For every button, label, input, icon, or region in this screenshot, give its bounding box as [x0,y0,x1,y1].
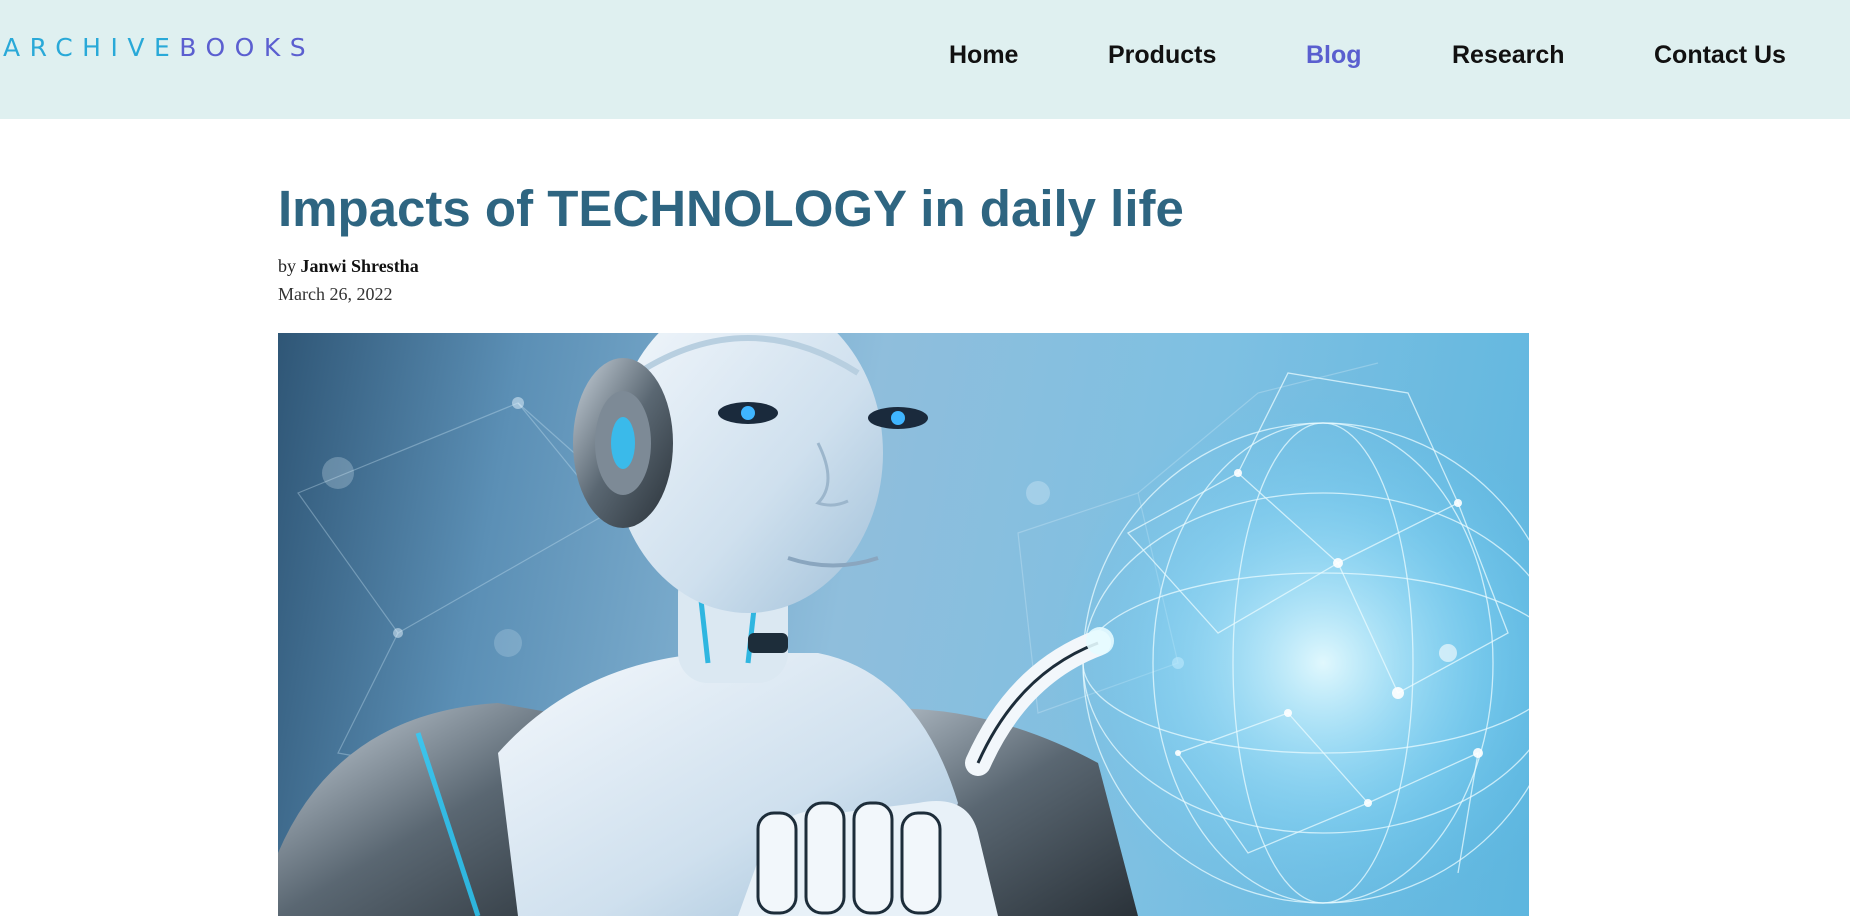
post-byline: by Janwi Shrestha [278,254,419,278]
nav-item-products[interactable]: Products [1108,38,1216,72]
post-title: Impacts of TECHNOLOGY in daily life [278,180,1184,237]
hero-image [278,333,1529,916]
post-date: March 26, 2022 [278,284,393,304]
nav-item-blog[interactable]: Blog [1306,38,1362,72]
main-nav: Home Products Blog Research Contact Us [0,38,1850,72]
nav-item-research[interactable]: Research [1452,38,1565,72]
nav-item-contact-us[interactable]: Contact Us [1654,38,1786,72]
robot-illustration-icon [278,333,1529,916]
nav-item-home[interactable]: Home [949,38,1018,72]
site-header: ARCHIVEBOOKS Home Products Blog Research… [0,0,1850,119]
post-author[interactable]: Janwi Shrestha [301,256,419,276]
byline-prefix: by [278,256,296,276]
